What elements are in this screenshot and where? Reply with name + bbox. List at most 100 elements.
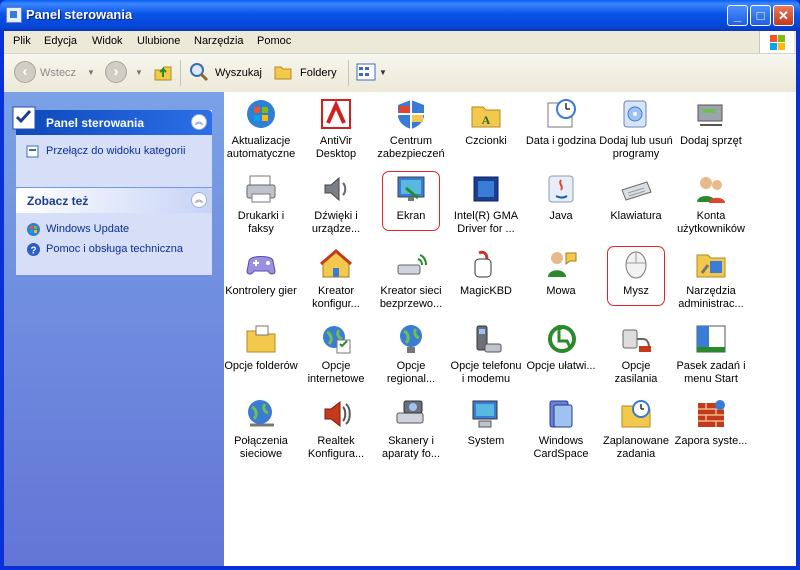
realtek-audio-icon — [319, 397, 353, 431]
control-panel-item[interactable]: Narzędzia administrac... — [674, 247, 748, 311]
switch-category-view-link[interactable]: Przełącz do widoku kategorii — [26, 143, 202, 163]
collapse-chevron-icon[interactable]: ︽ — [191, 114, 207, 130]
control-panel-item[interactable]: Data i godzina — [524, 97, 598, 148]
windows-logo-icon — [759, 31, 794, 53]
help-support-link[interactable]: ? Pomoc i obsługa techniczna — [26, 241, 202, 261]
control-panel-item[interactable]: Skanery i aparaty fo... — [374, 397, 448, 461]
control-panel-section-header[interactable]: Panel sterowania ︽ — [12, 106, 212, 135]
wireless-network-icon — [394, 247, 428, 281]
section-title: Panel sterowania — [46, 116, 145, 130]
control-panel-item[interactable]: Kontrolery gier — [224, 247, 298, 298]
control-panel-item[interactable]: Opcje ułatwi... — [524, 322, 598, 373]
control-panel-item[interactable]: Pasek zadań i menu Start — [674, 322, 748, 386]
control-panel-item[interactable]: Aktualizacje automatyczne — [224, 97, 298, 161]
control-panel-item[interactable]: MagicKBD — [449, 247, 523, 298]
control-panel-item[interactable]: Drukarki i faksy — [224, 172, 298, 236]
search-icon[interactable] — [189, 62, 209, 82]
folders-icon[interactable] — [273, 62, 293, 82]
menu-edit[interactable]: Edycja — [44, 35, 77, 47]
item-label: AntiVir Desktop — [315, 135, 357, 160]
item-label: Mowa — [546, 285, 576, 297]
back-button[interactable]: Wstecz — [40, 67, 76, 79]
control-panel-item[interactable]: Opcje telefonu i modemu — [449, 322, 523, 386]
search-button[interactable]: Wyszukaj — [215, 67, 262, 79]
item-label: Połączenia sieciowe — [234, 435, 288, 460]
forward-dropdown-icon[interactable]: ▼ — [135, 68, 143, 77]
item-label: MagicKBD — [460, 285, 512, 297]
add-remove-programs-icon — [619, 97, 653, 131]
windows-update-link[interactable]: Windows Update — [26, 221, 202, 241]
item-label: Java — [549, 210, 573, 222]
control-panel-item[interactable]: Zapora syste... — [674, 397, 748, 448]
power-plug-icon — [619, 322, 653, 356]
control-panel-item[interactable]: A Czcionki — [449, 97, 523, 148]
maximize-button[interactable]: □ — [750, 5, 771, 26]
control-panel-item[interactable]: System — [449, 397, 523, 448]
see-also-header[interactable]: Zobacz też ︽ — [16, 188, 212, 213]
close-button[interactable]: ✕ — [773, 5, 794, 26]
item-label: Windows CardSpace — [533, 435, 589, 460]
highlight-ring — [382, 171, 440, 231]
item-label: System — [467, 435, 505, 447]
control-panel-item[interactable]: Centrum zabezpieczeń — [374, 97, 448, 161]
control-panel-item[interactable]: Opcje folderów — [224, 322, 298, 373]
item-label: Data i godzina — [525, 135, 597, 147]
forward-arrow-icon[interactable]: › — [105, 61, 127, 83]
menu-favorites[interactable]: Ulubione — [137, 35, 180, 47]
item-label: Skanery i aparaty fo... — [381, 435, 441, 460]
control-panel-item[interactable]: Dodaj lub usuń programy — [599, 97, 673, 161]
control-panel-item[interactable]: Konta użytkowników — [674, 172, 748, 236]
menu-help[interactable]: Pomoc — [257, 35, 291, 47]
clock-icon — [544, 97, 578, 131]
control-panel-item[interactable]: AntiVir Desktop — [299, 97, 373, 161]
control-panel-item[interactable]: Klawiatura — [599, 172, 673, 223]
link-text: Pomoc i obsługa techniczna — [46, 243, 183, 255]
views-icon[interactable] — [356, 63, 376, 81]
control-panel-item[interactable]: Dźwięki i urządze... — [299, 172, 373, 236]
link-text: Windows Update — [46, 223, 130, 235]
item-label: Klawiatura — [610, 210, 662, 222]
item-label: Zapora syste... — [674, 435, 748, 447]
menu-tools[interactable]: Narzędzia — [194, 35, 244, 47]
control-panel-item[interactable]: Java — [524, 172, 598, 223]
back-dropdown-icon[interactable]: ▼ — [87, 68, 95, 77]
window-title: Panel sterowania — [26, 7, 133, 22]
section-title: Zobacz też — [27, 194, 89, 208]
control-panel-icon — [6, 7, 22, 23]
item-label: Opcje regional... — [386, 360, 436, 385]
title-bar[interactable]: Panel sterowania _ □ ✕ — [0, 0, 800, 31]
printer-icon — [244, 172, 278, 206]
control-panel-item[interactable]: Mowa — [524, 247, 598, 298]
admin-tools-icon — [694, 247, 728, 281]
control-panel-item[interactable]: Opcje regional... — [374, 322, 448, 386]
antivir-umbrella-icon — [319, 97, 353, 131]
views-dropdown-icon[interactable]: ▼ — [379, 68, 387, 77]
control-panel-item[interactable]: Zaplanowane zadania — [599, 397, 673, 461]
menu-view[interactable]: Widok — [92, 35, 123, 47]
item-label: Opcje zasilania — [614, 360, 658, 385]
control-panel-item[interactable]: Opcje internetowe — [299, 322, 373, 386]
item-label: Zaplanowane zadania — [602, 435, 670, 460]
item-label: Kreator konfigur... — [312, 285, 360, 310]
keyboard-icon — [619, 172, 653, 206]
control-panel-item[interactable]: Windows CardSpace — [524, 397, 598, 461]
control-panel-item[interactable]: Kreator konfigur... — [299, 247, 373, 311]
control-panel-item[interactable]: Połączenia sieciowe — [224, 397, 298, 461]
item-label: Dźwięki i urządze... — [311, 210, 361, 235]
back-arrow-icon[interactable]: ‹ — [14, 61, 36, 83]
security-shield-icon — [394, 97, 428, 131]
up-folder-icon[interactable] — [153, 62, 173, 82]
minimize-button[interactable]: _ — [727, 5, 748, 26]
control-panel-item[interactable]: Opcje zasilania — [599, 322, 673, 386]
control-panel-item[interactable]: Realtek Konfigura... — [299, 397, 373, 461]
section-body: Przełącz do widoku kategorii — [16, 135, 212, 187]
speech-icon — [544, 247, 578, 281]
folders-button[interactable]: Foldery — [300, 67, 337, 79]
menu-bar: Plik Edycja Widok Ulubione Narzędzia Pom… — [4, 31, 796, 54]
collapse-chevron-icon[interactable]: ︽ — [191, 192, 207, 208]
control-panel-item[interactable]: Dodaj sprzęt — [674, 97, 748, 148]
control-panel-item[interactable]: Kreator sieci bezprzewo... — [374, 247, 448, 311]
menu-file[interactable]: Plik — [13, 35, 31, 47]
java-icon — [544, 172, 578, 206]
control-panel-item[interactable]: Intel(R) GMA Driver for ... — [449, 172, 523, 236]
